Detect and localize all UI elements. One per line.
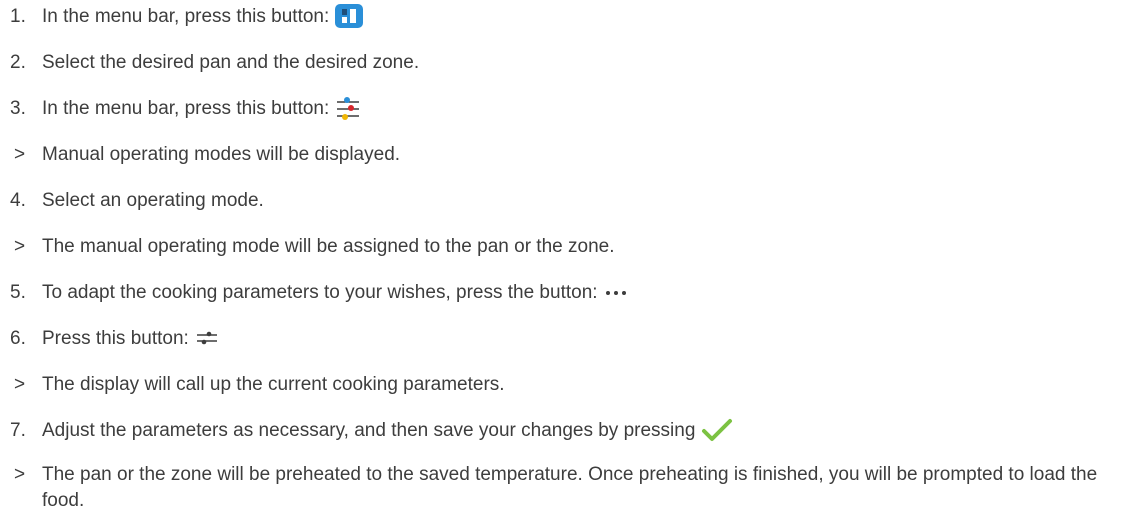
instruction-list: 1. In the menu bar, press this button: 2…: [0, 0, 1130, 515]
step-7: 7. Adjust the parameters as necessary, a…: [0, 418, 733, 444]
result-marker: >: [14, 144, 26, 165]
step-text: In the menu bar, press this button:: [42, 98, 330, 119]
result-1: > Manual operating modes will be display…: [0, 142, 400, 168]
checkmark-icon: [701, 418, 733, 444]
more-dots-icon: [604, 280, 628, 304]
step-number: 6.: [10, 328, 26, 349]
pan-overview-icon: [335, 4, 364, 28]
result-2: > The manual operating mode will be assi…: [0, 234, 614, 260]
result-text: The manual operating mode will be assign…: [42, 236, 615, 257]
result-marker: >: [14, 236, 26, 257]
result-text: The pan or the zone will be preheated to…: [42, 464, 1098, 511]
step-text: To adapt the cooking parameters to your …: [42, 282, 598, 303]
manual-modes-icon: [335, 96, 361, 120]
step-1: 1. In the menu bar, press this button:: [0, 4, 364, 30]
parameters-icon: [195, 326, 219, 350]
step-text: Select an operating mode.: [42, 190, 264, 211]
step-2: 2. Select the desired pan and the desire…: [0, 50, 419, 76]
step-text: In the menu bar, press this button:: [42, 6, 330, 27]
step-number: 4.: [10, 190, 26, 211]
step-number: 2.: [10, 52, 26, 73]
step-text: Press this button:: [42, 328, 189, 349]
result-marker: >: [14, 374, 26, 395]
step-text: Select the desired pan and the desired z…: [42, 52, 420, 73]
step-number: 7.: [10, 420, 26, 441]
step-3: 3. In the menu bar, press this button:: [0, 96, 361, 122]
step-6: 6. Press this button:: [0, 326, 219, 352]
step-number: 5.: [10, 282, 26, 303]
result-3: > The display will call up the current c…: [0, 372, 505, 398]
step-5: 5. To adapt the cooking parameters to yo…: [0, 280, 628, 306]
step-text: Adjust the parameters as necessary, and …: [42, 420, 696, 441]
result-marker: >: [14, 464, 26, 485]
result-text: The display will call up the current coo…: [42, 374, 505, 395]
result-4: > The pan or the zone will be preheated …: [0, 462, 1122, 514]
step-4: 4. Select an operating mode.: [0, 188, 264, 214]
result-text: Manual operating modes will be displayed…: [42, 144, 401, 165]
step-number: 3.: [10, 98, 26, 119]
step-number: 1.: [10, 6, 26, 27]
